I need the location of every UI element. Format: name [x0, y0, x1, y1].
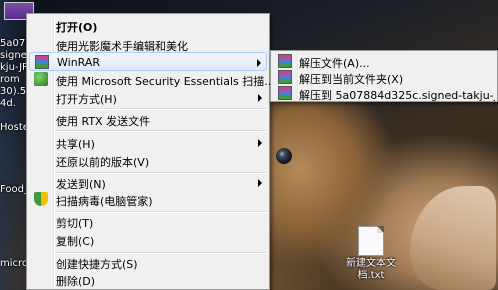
- menu-item-open-with[interactable]: 打开方式(H): [29, 88, 267, 107]
- menu-item-virus-scan[interactable]: 扫描病毒(电脑管家): [29, 190, 267, 209]
- submenu-item-extract-to-folder[interactable]: 解压到 5a07884d325c.signed-takju-JRN84D-Fr: [273, 84, 495, 103]
- menu-item-label: 使用 RTX 发送文件: [56, 115, 151, 128]
- winrar-submenu: 解压文件(A)... 解压到当前文件夹(X) 解压到 5a07884d325c.…: [270, 50, 498, 102]
- winrar-icon: [278, 54, 292, 68]
- menu-item-copy[interactable]: 复制(C): [29, 230, 267, 249]
- menu-item-delete[interactable]: 删除(D): [29, 270, 267, 289]
- submenu-arrow-icon: [258, 94, 262, 102]
- text-file-label: 新建文本文档.txt: [346, 258, 396, 281]
- winrar-icon: [35, 55, 49, 69]
- menu-item-label: 打开方式(H): [56, 93, 117, 106]
- menu-item-label: WinRAR: [57, 56, 101, 69]
- menu-item-label: 打开(O): [56, 21, 98, 34]
- text-file-icon: [358, 226, 384, 256]
- menu-item-share[interactable]: 共享(H): [29, 133, 267, 152]
- qq-pc-manager-shield-icon: [34, 192, 48, 206]
- context-menu: 打开(O) 使用光影魔术手编辑和美化 WinRAR 使用 Microsoft S…: [26, 13, 275, 290]
- menu-item-winrar[interactable]: WinRAR: [29, 52, 267, 71]
- menu-item-label: 共享(H): [56, 138, 95, 151]
- menu-item-restore-versions[interactable]: 还原以前的版本(V): [29, 151, 267, 170]
- submenu-arrow-icon: [257, 59, 261, 67]
- menu-item-label: 使用 Microsoft Security Essentials 扫描...: [56, 75, 275, 88]
- winrar-icon: [278, 70, 292, 84]
- menu-item-label: 还原以前的版本(V): [56, 156, 150, 169]
- menu-separator: [55, 130, 267, 132]
- menu-item-cut[interactable]: 剪切(T): [29, 212, 267, 231]
- winrar-icon: [278, 86, 292, 100]
- menu-item-label: 剪切(T): [56, 217, 94, 230]
- menu-item-label: 复制(C): [56, 235, 95, 248]
- submenu-arrow-icon: [258, 179, 262, 187]
- menu-item-label: 解压到 5a07884d325c.signed-takju-JRN84D-Fr: [299, 89, 495, 102]
- wallpaper-fox-ear: [410, 186, 496, 290]
- desktop-icon-text-file[interactable]: 新建文本文档.txt: [344, 226, 398, 282]
- wallpaper-fox-eye: [276, 148, 292, 164]
- menu-item-label: 扫描病毒(电脑管家): [56, 195, 153, 208]
- menu-item-label: 删除(D): [56, 275, 96, 288]
- menu-item-mse-scan[interactable]: 使用 Microsoft Security Essentials 扫描...: [29, 70, 275, 89]
- menu-item-open[interactable]: 打开(O): [29, 16, 267, 35]
- submenu-arrow-icon: [258, 139, 262, 147]
- menu-item-rtx-send[interactable]: 使用 RTX 发送文件: [29, 110, 267, 129]
- mse-icon: [34, 72, 48, 86]
